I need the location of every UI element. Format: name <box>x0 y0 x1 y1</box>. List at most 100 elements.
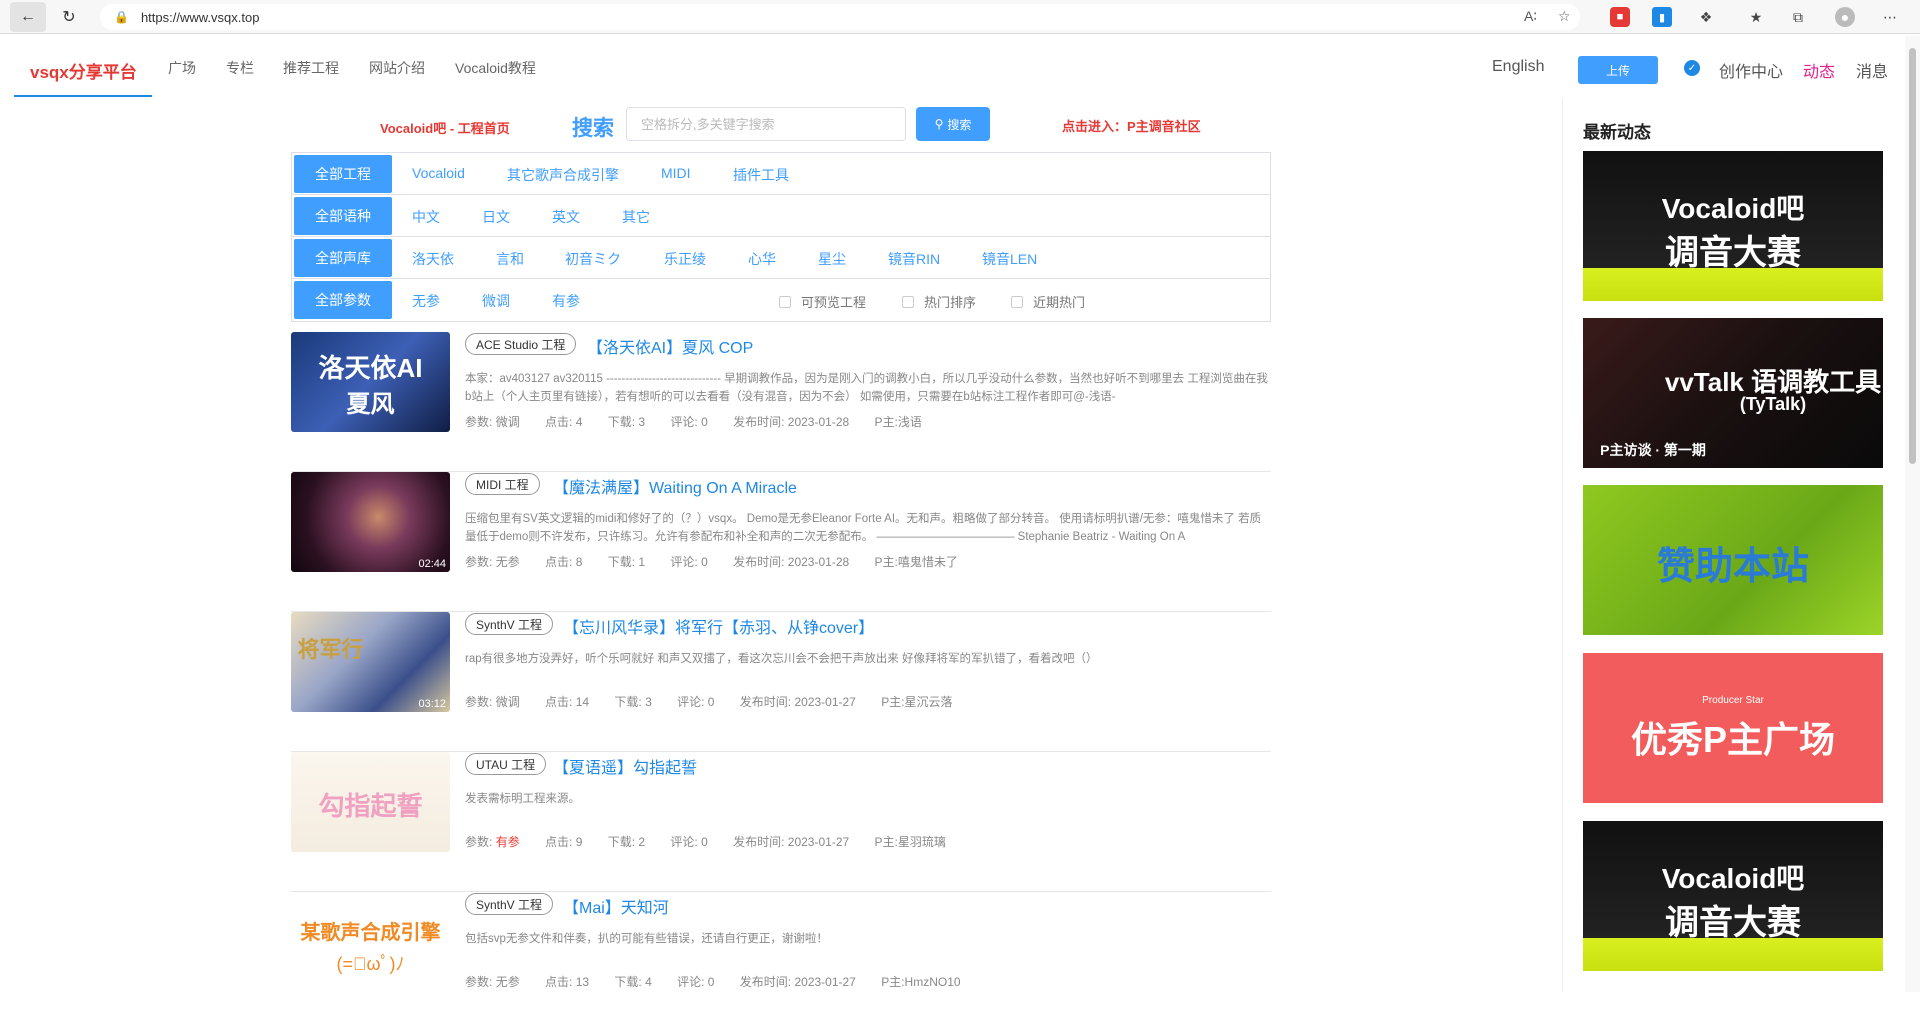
banner-contest-2[interactable]: Vocaloid吧 调音大赛 <box>1583 821 1883 971</box>
author[interactable]: P主:星羽琉璃 <box>875 833 946 850</box>
filter-option[interactable]: 洛天依 <box>412 249 454 269</box>
filter-option[interactable]: 其它 <box>622 207 650 227</box>
nav-tutorial[interactable]: Vocaloid教程 <box>455 58 536 78</box>
comments-count: 评论: 0 <box>677 975 715 989</box>
project-title[interactable]: 【洛天依AI】夏风 COP <box>587 334 753 358</box>
clicks-count: 点击: 13 <box>545 975 590 989</box>
extension-blue-icon[interactable]: ▮ <box>1652 7 1672 27</box>
extension-red-icon[interactable]: ■ <box>1610 7 1630 27</box>
video-duration: 02:44 <box>418 558 446 570</box>
more-menu-icon[interactable]: ⋯ <box>1880 7 1900 27</box>
filter-option[interactable]: 其它歌声合成引擎 <box>507 165 619 185</box>
project-type-tag[interactable]: SynthV 工程 <box>465 893 554 915</box>
nav-about[interactable]: 网站介绍 <box>369 58 425 78</box>
project-type-tag[interactable]: ACE Studio 工程 <box>465 333 577 355</box>
filter-option[interactable]: 镜音LEN <box>982 249 1037 269</box>
banner-vvtalk[interactable]: vvTalk 语调教工具 (TyTalk) P主访谈 · 第一期 <box>1583 318 1883 468</box>
extensions-puzzle-icon[interactable]: ❖ <box>1696 7 1716 27</box>
publish-date: 发布时间: 2023-01-27 <box>739 695 856 709</box>
back-icon[interactable]: ← <box>10 1 46 32</box>
author[interactable]: P主:星沉云落 <box>881 693 952 710</box>
project-title[interactable]: 【魔法满屋】Waiting On A Miracle <box>553 474 797 498</box>
project-thumbnail[interactable]: 洛天依AI 夏风 <box>291 332 450 432</box>
project-title[interactable]: 【忘川风华录】将军行【赤羽、从铮cover】 <box>563 614 874 638</box>
project-description: 本家：av403127 av320115 -------------------… <box>465 373 1268 403</box>
site-logo[interactable]: vsqx分享平台 <box>30 58 137 83</box>
project-thumbnail[interactable]: 将军行 03:12 <box>291 612 450 712</box>
preview-checkbox[interactable]: 可预览工程 <box>779 292 866 311</box>
sidebar-title: 最新动态 <box>1583 123 1651 142</box>
profile-avatar-icon[interactable]: ● <box>1835 7 1855 27</box>
lock-icon: 🔒 <box>114 10 129 24</box>
project-thumbnail[interactable]: 勾指起誓 <box>291 752 450 852</box>
filter-option[interactable]: 镜音RIN <box>888 249 940 269</box>
filter-option[interactable]: 心华 <box>748 249 776 269</box>
banner-producer-square[interactable]: Producer Star 优秀P主广场 <box>1583 653 1883 803</box>
project-type-tag[interactable]: MIDI 工程 <box>465 473 540 495</box>
checkbox-box[interactable] <box>1011 295 1023 308</box>
favorites-icon[interactable]: ★ <box>1746 7 1766 27</box>
filter-option[interactable]: 星尘 <box>818 249 846 269</box>
publish-date: 发布时间: 2023-01-27 <box>733 835 850 849</box>
filter-all-projects[interactable]: 全部工程 <box>294 154 392 193</box>
recent-hot-checkbox[interactable]: 近期热门 <box>1011 292 1085 311</box>
creator-center-link[interactable]: 创作中心 <box>1719 58 1783 82</box>
project-thumbnail[interactable]: 02:44 <box>291 472 450 572</box>
activity-link[interactable]: 动态 <box>1803 58 1835 82</box>
messages-link[interactable]: 消息 <box>1856 58 1888 82</box>
filter-option[interactable]: 有参 <box>552 291 580 311</box>
search-input[interactable] <box>626 107 906 141</box>
checkbox-box[interactable] <box>902 295 914 308</box>
filter-all-params[interactable]: 全部参数 <box>294 281 392 319</box>
project-thumbnail[interactable]: 某歌声合成引擎 (=ﾟωﾟ)ﾉ <box>291 892 450 992</box>
filter-option[interactable]: 初音ミク <box>565 249 621 269</box>
language-switch[interactable]: English <box>1492 58 1544 76</box>
project-item: 洛天依AI 夏风 ACE Studio 工程 【洛天依AI】夏风 COP 本家：… <box>291 332 1271 472</box>
author[interactable]: P主:浅语 <box>875 413 922 430</box>
filter-option[interactable]: 乐正绫 <box>664 249 706 269</box>
banner-sponsor[interactable]: 赞助本站 <box>1583 485 1883 635</box>
read-aloud-icon[interactable]: A∶ <box>1524 8 1537 25</box>
filter-option[interactable]: 英文 <box>552 207 580 227</box>
nav-recommended[interactable]: 推荐工程 <box>283 58 339 78</box>
scrollbar-thumb[interactable] <box>1909 48 1916 464</box>
filter-all-voicebanks[interactable]: 全部声库 <box>294 238 392 277</box>
filter-option[interactable]: MIDI <box>661 165 691 181</box>
nav-column[interactable]: 专栏 <box>226 58 254 78</box>
banner-contest[interactable]: Vocaloid吧 调音大赛 <box>1583 151 1883 301</box>
nav-square[interactable]: 广场 <box>168 58 196 78</box>
address-bar[interactable]: 🔒 https://www.vsqx.top A∶ ☆ <box>100 4 1580 30</box>
project-type-tag[interactable]: UTAU 工程 <box>465 753 547 775</box>
filter-option[interactable]: 言和 <box>496 249 524 269</box>
project-title[interactable]: 【Mai】天知河 <box>563 894 669 918</box>
filter-all-languages[interactable]: 全部语种 <box>294 196 392 235</box>
publish-date: 发布时间: 2023-01-28 <box>733 555 850 569</box>
favorite-star-icon[interactable]: ☆ <box>1558 8 1571 25</box>
checkbox-label: 热门排序 <box>924 295 977 310</box>
project-meta: 参数: 微调 点击: 4 下载: 3 评论: 0 发布时间: 2023-01-2… <box>465 413 922 430</box>
filter-option[interactable]: 微调 <box>482 291 510 311</box>
author[interactable]: P主:嘻鬼惜未了 <box>875 553 958 570</box>
upload-button[interactable]: 上传 <box>1578 56 1658 84</box>
checkbox-label: 近期热门 <box>1033 295 1086 310</box>
filter-option[interactable]: 无参 <box>412 291 440 311</box>
downloads-count: 下载: 4 <box>614 975 652 989</box>
search-button[interactable]: ⚲ 搜索 <box>916 107 990 141</box>
author[interactable]: P主:HmzNO10 <box>881 973 960 990</box>
tieba-home-link[interactable]: Vocaloid吧 - 工程首页 <box>380 118 510 137</box>
project-description: rap有很多地方没弄好，听个乐呵就好 和声又双擂了，看这次忘川会不会把干声放出来… <box>465 653 1098 665</box>
checkbox-box[interactable] <box>779 295 791 308</box>
community-link[interactable]: 点击进入：P主调音社区 <box>1062 116 1201 135</box>
project-type-tag[interactable]: SynthV 工程 <box>465 613 554 635</box>
verified-check-icon[interactable]: ✓ <box>1684 60 1700 76</box>
refresh-icon[interactable]: ↻ <box>52 0 86 34</box>
project-title[interactable]: 【夏语遥】勾指起誓 <box>553 754 697 778</box>
filter-option[interactable]: 中文 <box>412 207 440 227</box>
hot-sort-checkbox[interactable]: 热门排序 <box>902 292 976 311</box>
collections-icon[interactable]: ⧉ <box>1788 7 1808 27</box>
publish-date: 发布时间: 2023-01-27 <box>739 975 856 989</box>
filter-option[interactable]: 日文 <box>482 207 510 227</box>
filter-option[interactable]: 插件工具 <box>733 165 789 185</box>
filter-option[interactable]: Vocaloid <box>412 165 465 181</box>
thumb-text: 洛天依AI <box>318 353 423 383</box>
